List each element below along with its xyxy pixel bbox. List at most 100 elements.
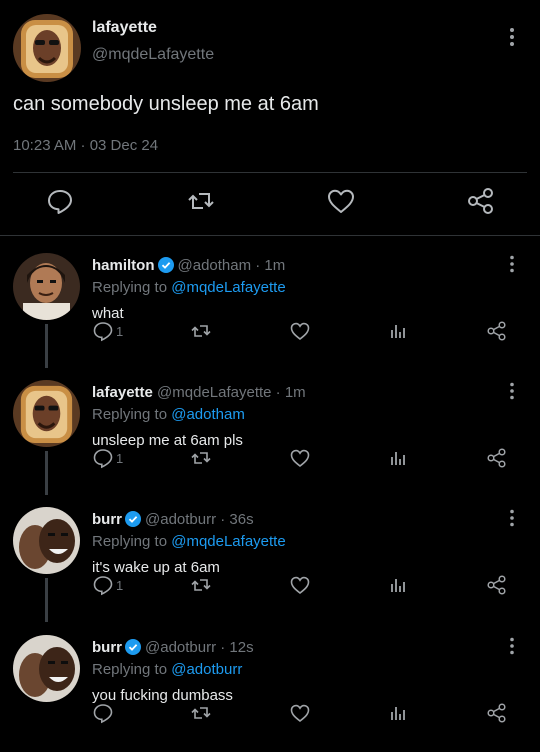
tweet-actions	[0, 186, 540, 222]
avatar[interactable]	[13, 253, 80, 320]
reply-icon[interactable]	[92, 574, 114, 596]
share-icon[interactable]	[486, 574, 508, 596]
avatar[interactable]	[13, 507, 80, 574]
main-tweet: lafayette @mqdeLafayette can somebody un…	[0, 0, 540, 236]
handle-time[interactable]: @adotham · 1m	[178, 257, 286, 274]
reply-icon[interactable]	[92, 320, 114, 342]
share-action[interactable]	[486, 574, 508, 596]
like-action[interactable]	[289, 574, 311, 596]
reply-count: 1	[116, 323, 124, 339]
retweet-icon[interactable]	[190, 574, 212, 596]
handle-time[interactable]: @mqdeLafayette · 1m	[157, 384, 306, 401]
mention-link[interactable]: @adotham	[171, 406, 245, 423]
more-options-icon[interactable]	[502, 636, 522, 656]
more-options-icon[interactable]	[502, 254, 522, 274]
analytics-action[interactable]	[387, 447, 409, 469]
retweet-icon[interactable]	[190, 447, 212, 469]
share-action[interactable]	[486, 702, 508, 724]
replying-to-label: Replying to	[92, 279, 172, 296]
share-icon[interactable]	[486, 320, 508, 342]
verified-badge-icon	[157, 257, 174, 273]
reply-tweet[interactable]: burr @adotburr · 12s Replying to @adotbur…	[0, 618, 540, 745]
like-icon[interactable]	[289, 702, 311, 724]
reply-action[interactable]: 1	[92, 447, 123, 469]
tweet-timestamp[interactable]: 10:23 AM · 03 Dec 24	[13, 137, 158, 154]
display-name[interactable]: burr	[92, 639, 122, 656]
analytics-action[interactable]	[387, 574, 409, 596]
mention-link[interactable]: @mqdeLafayette	[171, 279, 285, 296]
handle-time[interactable]: @adotburr · 12s	[145, 639, 254, 656]
reply-tweet[interactable]: lafayette @mqdeLafayette · 1m Replying t…	[0, 363, 540, 495]
mention-link[interactable]: @adotburr	[171, 661, 242, 678]
reply-icon[interactable]	[92, 702, 114, 724]
reply-action[interactable]	[92, 702, 116, 724]
retweet-action[interactable]	[190, 702, 212, 724]
burr-avatar-image	[13, 507, 80, 574]
replying-to-label: Replying to	[92, 661, 172, 678]
reply-icon[interactable]	[45, 186, 75, 216]
like-action[interactable]	[289, 447, 311, 469]
like-icon[interactable]	[289, 447, 311, 469]
more-options-icon[interactable]	[502, 381, 522, 401]
like-icon[interactable]	[289, 320, 311, 342]
like-icon[interactable]	[326, 186, 356, 216]
display-name[interactable]: lafayette	[92, 384, 153, 401]
reply-header: burr @adotburr · 36s	[92, 511, 254, 528]
mention-link[interactable]: @mqdeLafayette	[171, 533, 285, 550]
tweet-text: can somebody unsleep me at 6am	[13, 93, 319, 115]
analytics-icon[interactable]	[387, 574, 409, 596]
retweet-icon[interactable]	[190, 320, 212, 342]
burr-avatar-image	[13, 635, 80, 702]
analytics-action[interactable]	[387, 320, 409, 342]
handle-time[interactable]: @adotburr · 36s	[145, 511, 254, 528]
thread-line	[45, 451, 48, 495]
replying-to: Replying to @mqdeLafayette	[92, 279, 286, 296]
like-action[interactable]	[289, 702, 311, 724]
reply-count: 1	[116, 450, 124, 466]
user-handle[interactable]: @mqdeLafayette	[92, 46, 214, 64]
analytics-icon[interactable]	[387, 320, 409, 342]
thread-line	[45, 324, 48, 368]
thread-line	[45, 578, 48, 622]
analytics-action[interactable]	[387, 702, 409, 724]
reply-header: burr @adotburr · 12s	[92, 639, 254, 656]
share-icon[interactable]	[466, 186, 496, 216]
reply-tweet[interactable]: hamilton @adotham · 1m Replying to @mqdeL…	[0, 236, 540, 368]
replying-to: Replying to @adotburr	[92, 661, 242, 678]
analytics-icon[interactable]	[387, 447, 409, 469]
hamilton-avatar-image	[13, 253, 80, 320]
avatar[interactable]	[13, 14, 81, 82]
retweet-action[interactable]	[190, 320, 212, 342]
retweet-icon[interactable]	[190, 702, 212, 724]
display-name[interactable]: hamilton	[92, 257, 155, 274]
avatar[interactable]	[13, 635, 80, 702]
replying-to: Replying to @mqdeLafayette	[92, 533, 286, 550]
share-action[interactable]	[486, 320, 508, 342]
like-action[interactable]	[289, 320, 311, 342]
share-icon[interactable]	[486, 702, 508, 724]
analytics-icon[interactable]	[387, 702, 409, 724]
avatar[interactable]	[13, 380, 80, 447]
retweet-icon[interactable]	[186, 186, 216, 216]
display-name[interactable]: lafayette	[92, 19, 157, 37]
toast-avatar-image	[13, 380, 80, 447]
retweet-action[interactable]	[190, 447, 212, 469]
more-options-icon[interactable]	[502, 26, 522, 48]
replying-to-label: Replying to	[92, 533, 172, 550]
reply-icon[interactable]	[92, 447, 114, 469]
like-icon[interactable]	[289, 574, 311, 596]
toast-avatar-image	[13, 14, 81, 82]
share-action[interactable]	[486, 447, 508, 469]
verified-badge-icon	[125, 511, 141, 527]
replying-to-label: Replying to	[92, 406, 172, 423]
replying-to: Replying to @adotham	[92, 406, 245, 423]
retweet-action[interactable]	[190, 574, 212, 596]
more-options-icon[interactable]	[502, 508, 522, 528]
share-icon[interactable]	[486, 447, 508, 469]
divider	[13, 172, 527, 173]
reply-action[interactable]: 1	[92, 320, 123, 342]
reply-tweet[interactable]: burr @adotburr · 36s Replying to @mqdeLaf…	[0, 490, 540, 622]
reply-header: hamilton @adotham · 1m	[92, 257, 285, 274]
reply-action[interactable]: 1	[92, 574, 123, 596]
display-name[interactable]: burr	[92, 511, 122, 528]
